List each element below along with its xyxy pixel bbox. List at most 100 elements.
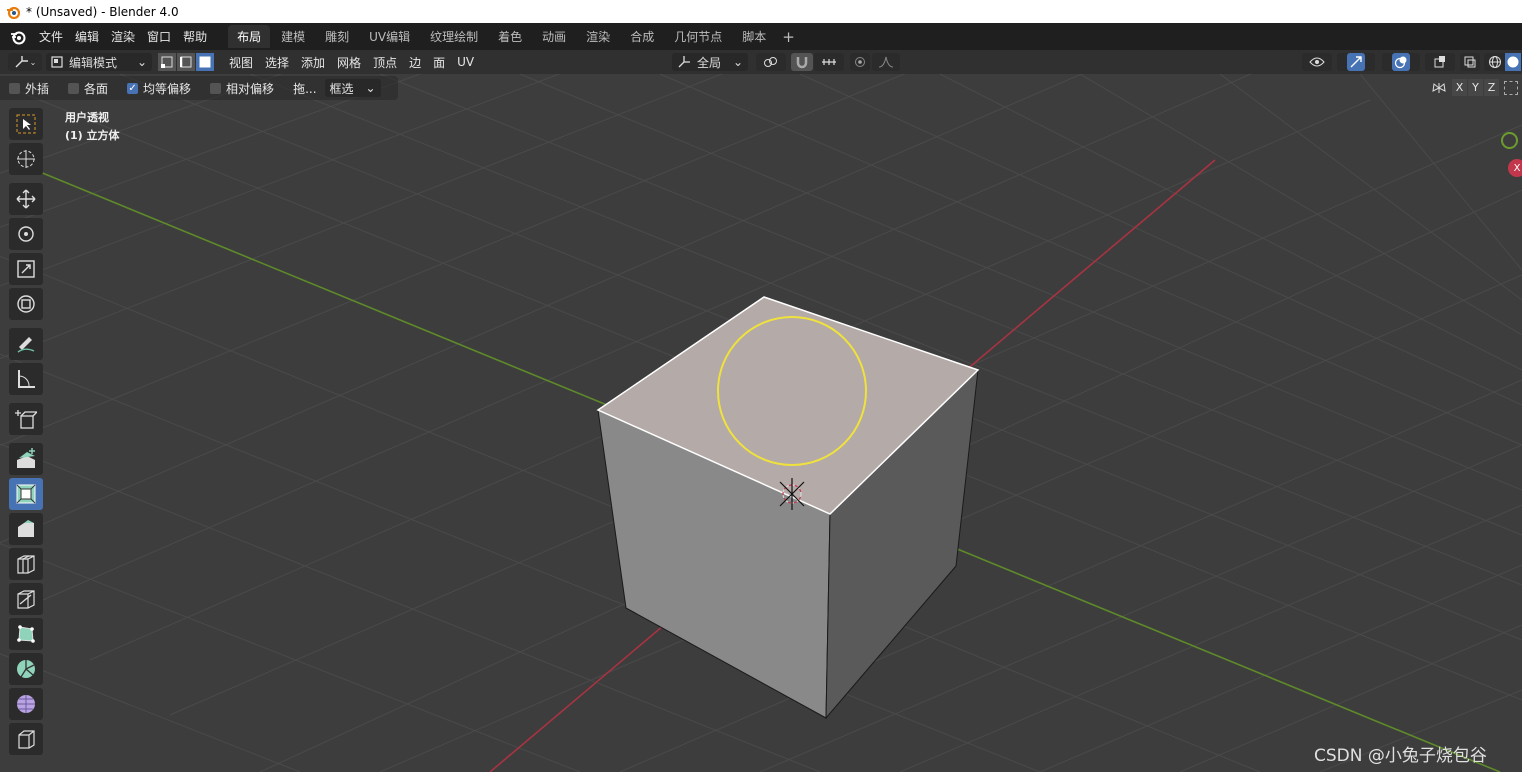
tab-compositing[interactable]: 合成 [621,25,663,48]
axis-y-toggle[interactable]: Y [1468,79,1483,96]
pivot-icon [764,57,777,67]
tab-animation[interactable]: 动画 [533,25,575,48]
extrapolate-label: 外插 [25,81,50,96]
select-box-icon [16,114,36,134]
tab-rendering[interactable]: 渲染 [577,25,619,48]
xray-toggle[interactable] [1460,53,1480,71]
menu-file[interactable]: 文件 [33,28,69,45]
gizmo-arrow-icon [1350,56,1362,68]
menu-select[interactable]: 选择 [259,54,295,71]
vertex-select-icon[interactable] [158,53,176,71]
extrapolate-checkbox[interactable] [9,82,20,94]
orientation-dropdown[interactable]: 全局 ⌄ [672,53,748,71]
menu-uv[interactable]: UV [451,55,480,69]
tab-modeling[interactable]: 建模 [272,25,314,48]
measure-tool[interactable] [9,363,43,395]
edge-slide-tool[interactable] [9,723,43,755]
falloff-curve-icon [878,56,894,68]
editor-type-button[interactable]: ⌄ [8,53,42,71]
menu-edge[interactable]: 边 [403,54,427,71]
loop-cut-tool[interactable] [9,548,43,580]
menu-add[interactable]: 添加 [295,54,331,71]
even-offset-checkbox[interactable]: ✓ [127,82,139,94]
menu-mesh[interactable]: 网格 [331,54,367,71]
edit-mode-icon [51,56,63,68]
relative-offset-checkbox[interactable] [210,82,222,94]
xray-icon [1464,56,1476,68]
option-extrapolate[interactable]: 外插 [9,80,49,97]
edge-select-icon[interactable] [177,53,195,71]
cursor-tool[interactable] [9,143,43,175]
tab-sculpting[interactable]: 雕刻 [316,25,358,48]
snap-increment-icon [822,59,836,65]
menu-view[interactable]: 视图 [223,54,259,71]
smooth-tool[interactable] [9,688,43,720]
drag-label[interactable]: 拖... [293,80,316,97]
select-box-dropdown[interactable]: 框选 ⌄ [324,79,381,97]
x-axis-gizmo-icon[interactable]: X [1508,159,1522,177]
poly-build-tool[interactable] [9,618,43,650]
individual-checkbox[interactable] [68,82,80,94]
tab-geometry-nodes[interactable]: 几何节点 [665,25,731,48]
bevel-tool[interactable] [9,513,43,545]
knife-tool[interactable] [9,583,43,615]
select-box-tool[interactable] [9,108,43,140]
add-cube-tool[interactable] [9,403,43,435]
menu-window[interactable]: 窗口 [141,28,177,45]
inset-faces-tool[interactable] [9,478,43,510]
axis-z-toggle[interactable]: Z [1484,79,1499,96]
mesh-overlay-icon [1434,56,1445,68]
snap-target-button[interactable] [814,53,844,71]
mirror-axis-toggles: X Y Z [1431,79,1518,96]
y-axis-gizmo-icon[interactable] [1501,132,1518,149]
rotate-tool[interactable] [9,218,43,250]
tab-texture-paint[interactable]: 纹理绘制 [421,25,487,48]
scale-icon [17,260,35,278]
face-select-icon[interactable] [196,53,214,71]
wireframe-shading-icon[interactable] [1488,55,1502,69]
option-relative-offset[interactable]: 相对偏移 [210,80,274,97]
option-individual[interactable]: 各面 [68,80,108,97]
proportional-edit-toggle[interactable] [850,53,870,71]
3d-viewport[interactable] [0,74,1522,772]
falloff-button[interactable] [872,53,900,71]
axis-x-toggle[interactable]: X [1452,79,1467,96]
menu-face[interactable]: 面 [427,54,451,71]
visibility-button[interactable] [1302,53,1332,71]
viewport-header: ⌄ 编辑模式 ⌄ 视图 选择 添加 网格 顶点 边 面 UV 全局 ⌄ [0,50,1522,74]
left-toolbar [9,108,47,758]
window-title: * (Unsaved) - Blender 4.0 [26,4,179,19]
pencil-icon [17,337,35,353]
pivot-point-button[interactable] [756,53,786,71]
overlays-button[interactable] [1382,53,1420,71]
snap-toggle[interactable] [791,53,813,71]
add-workspace-button[interactable]: + [776,28,801,46]
menu-help[interactable]: 帮助 [177,28,213,45]
tab-shading[interactable]: 着色 [489,25,531,48]
menu-render[interactable]: 渲染 [105,28,141,45]
solid-shading-icon [1507,56,1518,68]
blender-logo-icon [7,6,20,19]
tool-settings-bar: 外插 各面 ✓ 均等偏移 相对偏移 拖... 框选 ⌄ [0,76,398,100]
option-even-offset[interactable]: ✓ 均等偏移 [127,80,191,97]
tab-scripting[interactable]: 脚本 [733,25,775,48]
menu-edit[interactable]: 编辑 [69,28,105,45]
chevron-down-icon: ⌄ [136,55,147,69]
transform-tool[interactable] [9,288,43,320]
tab-layout[interactable]: 布局 [228,25,271,48]
blender-menu-icon[interactable] [9,28,27,46]
extrude-region-tool[interactable] [9,443,43,475]
menu-vertex[interactable]: 顶点 [367,54,403,71]
select-mode-group [158,53,215,71]
clipping-icon[interactable] [1504,80,1518,95]
mesh-edit-overlays-button[interactable] [1425,53,1455,71]
mode-dropdown[interactable]: 编辑模式 ⌄ [46,53,152,71]
scale-tool[interactable] [9,253,43,285]
annotate-tool[interactable] [9,328,43,360]
edge-slide-icon [18,730,35,749]
gizmo-button[interactable] [1337,53,1375,71]
move-tool[interactable] [9,183,43,215]
shading-mode-group[interactable] [1484,53,1522,71]
tab-uv-editing[interactable]: UV编辑 [360,25,419,48]
spin-tool[interactable] [9,653,43,685]
